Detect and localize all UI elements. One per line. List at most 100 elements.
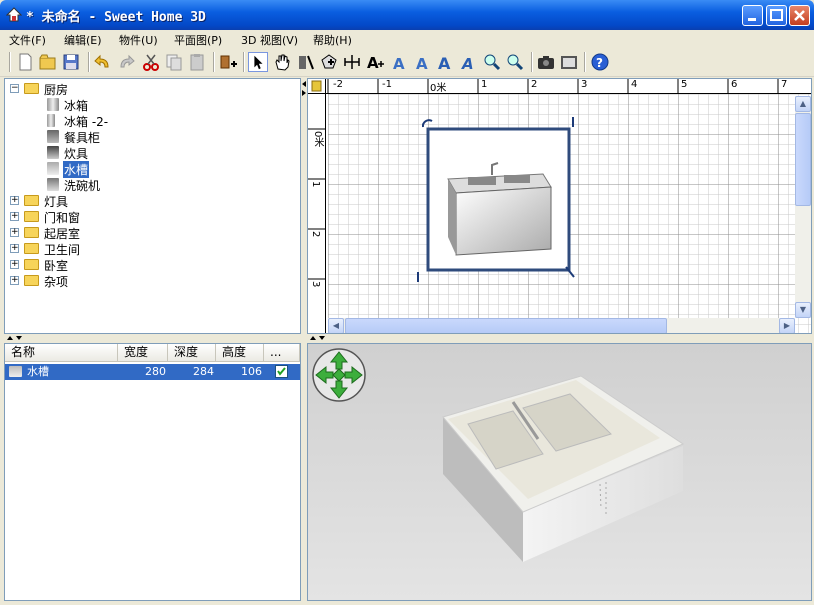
3d-navigation-arrows-icon[interactable] [311, 347, 367, 403]
text-style-a4-icon[interactable]: A [458, 52, 478, 72]
add-furniture-icon[interactable] [218, 52, 238, 72]
column-header-depth[interactable]: 深度 [168, 344, 216, 362]
menu-3d-view[interactable]: 3D 视图(V) [241, 32, 298, 48]
scroll-right-icon[interactable]: ▶ [779, 318, 795, 333]
menu-bar: 文件(F) 编辑(E) 物件(U) 平面图(P) 3D 视图(V) 帮助(H) [0, 30, 814, 48]
tree-category[interactable]: + 起居室 [10, 225, 130, 241]
ruler-y-label: 1 [310, 181, 321, 188]
expand-icon[interactable]: + [10, 260, 19, 269]
create-walls-icon[interactable] [296, 52, 316, 72]
undo-icon[interactable] [93, 52, 113, 72]
folder-icon [24, 259, 39, 270]
cell-name: 水槽 [27, 365, 49, 378]
scroll-thumb[interactable] [345, 318, 667, 333]
tree-category[interactable]: + 门和窗 [10, 209, 130, 225]
expand-icon[interactable]: + [10, 196, 19, 205]
tree-category[interactable]: + 杂项 [10, 273, 130, 289]
plan-view[interactable]: -2 -1 0米 1 2 3 4 5 6 7 0米 1 2 3 ▲ ▼ ◀ ▶ [307, 78, 812, 334]
help-icon[interactable]: ? [590, 52, 610, 72]
tree-item[interactable]: 洗碗机 [45, 177, 165, 193]
dishwasher-icon [47, 178, 59, 191]
tree-category[interactable]: + 卧室 [10, 257, 130, 273]
column-header-height[interactable]: 高度 [216, 344, 264, 362]
3d-view[interactable] [307, 343, 812, 601]
column-header-visible[interactable]: ... [264, 344, 300, 362]
select-icon[interactable] [248, 52, 268, 72]
expand-icon[interactable]: + [10, 276, 19, 285]
photo-icon[interactable] [559, 52, 579, 72]
menu-help[interactable]: 帮助(H) [313, 32, 352, 48]
refrigerator-icon [47, 114, 55, 127]
open-icon[interactable] [38, 52, 58, 72]
menu-edit[interactable]: 编辑(E) [64, 32, 102, 48]
cut-icon[interactable] [141, 52, 161, 72]
plan-vertical-scrollbar[interactable]: ▲ ▼ [795, 96, 811, 318]
cupboard-icon [47, 130, 59, 143]
folder-icon [24, 243, 39, 254]
ruler-x-label: 3 [581, 79, 588, 90]
title-bar: * 未命名 - Sweet Home 3D [0, 0, 814, 30]
toolbar-separator [243, 52, 245, 72]
plan-horizontal-scrollbar[interactable]: ◀ ▶ [328, 318, 795, 333]
redo-icon[interactable] [116, 52, 136, 72]
plan-grid [308, 79, 811, 333]
maximize-button[interactable] [766, 5, 787, 26]
expand-icon[interactable]: + [10, 212, 19, 221]
scroll-thumb[interactable] [795, 113, 811, 206]
folder-icon [24, 227, 39, 238]
svg-text:A: A [393, 55, 405, 72]
folder-icon [24, 275, 39, 286]
tree-item[interactable]: 炊具 [45, 145, 165, 161]
save-icon[interactable] [61, 52, 81, 72]
tree-item[interactable]: 餐具柜 [45, 129, 165, 145]
folder-icon [24, 195, 39, 206]
splitter-arrows-icon [310, 336, 325, 340]
tree-item[interactable]: 冰箱 -2- [45, 113, 165, 129]
column-header-width[interactable]: 宽度 [118, 344, 168, 362]
add-text-icon[interactable]: A [365, 52, 385, 72]
toolbar: A A A A A ? [0, 48, 814, 77]
new-icon[interactable] [15, 52, 35, 72]
tree-category[interactable]: + 灯具 [10, 193, 130, 209]
toolbar-separator [531, 52, 533, 72]
collapse-icon[interactable]: − [10, 84, 19, 93]
scroll-up-icon[interactable]: ▲ [795, 96, 811, 112]
expand-icon[interactable]: + [10, 244, 19, 253]
menu-furniture[interactable]: 物件(U) [119, 32, 158, 48]
create-dimensions-icon[interactable] [342, 52, 362, 72]
text-style-a1-icon[interactable]: A [389, 52, 409, 72]
left-horizontal-splitter[interactable] [4, 334, 301, 343]
furniture-catalog-tree: − 厨房 冰箱 冰箱 -2- 餐具柜 炊具 水槽 洗碗机 + 灯具 + 门和窗 … [4, 78, 301, 334]
cell-width: 280 [145, 365, 166, 378]
table-row[interactable]: 水槽 280 284 106 [5, 364, 300, 380]
zoom-in-icon[interactable] [482, 52, 502, 72]
menu-plan[interactable]: 平面图(P) [174, 32, 222, 48]
tree-item-selected[interactable]: 水槽 [45, 161, 165, 178]
ruler-y-label: 2 [310, 231, 321, 238]
expand-icon[interactable]: + [10, 228, 19, 237]
tree-category[interactable]: + 卫生间 [10, 241, 130, 257]
splitter-arrows-icon [7, 336, 22, 340]
camera-icon[interactable] [536, 52, 556, 72]
tree-item[interactable]: 冰箱 [45, 97, 165, 113]
right-horizontal-splitter[interactable] [307, 334, 812, 343]
minimize-button[interactable] [742, 5, 763, 26]
copy-icon[interactable] [164, 52, 184, 72]
text-style-a2-icon[interactable]: A [412, 52, 432, 72]
pan-icon[interactable] [272, 52, 292, 72]
scroll-left-icon[interactable]: ◀ [328, 318, 344, 333]
text-style-a3-icon[interactable]: A [435, 52, 455, 72]
create-rooms-icon[interactable] [319, 52, 339, 72]
tree-category-kitchen[interactable]: − 厨房 [10, 81, 130, 97]
column-header-name[interactable]: 名称 [5, 344, 118, 362]
visible-checkbox[interactable] [275, 365, 288, 378]
3d-scene [308, 344, 811, 600]
toolbar-separator [9, 52, 11, 72]
window-title: * 未命名 - Sweet Home 3D [26, 10, 206, 25]
zoom-out-icon[interactable] [505, 52, 525, 72]
paste-icon[interactable] [187, 52, 207, 72]
menu-file[interactable]: 文件(F) [9, 32, 46, 48]
toolbar-separator [584, 52, 586, 72]
close-button[interactable] [789, 5, 810, 26]
scroll-down-icon[interactable]: ▼ [795, 302, 811, 318]
